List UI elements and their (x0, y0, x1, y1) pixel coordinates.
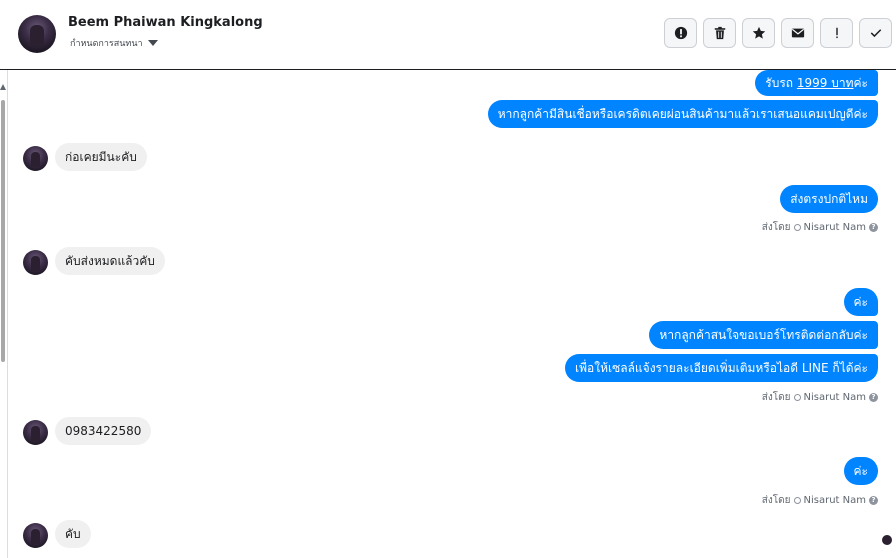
sent-by-info: ส่งโดย Nisarut Nam ? (762, 493, 878, 508)
alert-circle-icon (674, 26, 687, 40)
incoming-message[interactable]: 0983422580 (55, 417, 152, 445)
contact-avatar-small (23, 250, 48, 275)
follow-up-button[interactable] (820, 18, 853, 48)
agent-name[interactable]: Nisarut Nam (804, 392, 867, 403)
envelope-icon (791, 28, 804, 38)
incoming-message[interactable]: ก่อเคยมีนะคับ (55, 143, 147, 171)
toolbar (664, 18, 892, 48)
star-icon (752, 26, 765, 39)
caret-down-icon (147, 40, 158, 46)
help-icon[interactable]: ? (869, 393, 878, 402)
read-receipt-avatar (882, 535, 892, 545)
contact-avatar-small (23, 146, 48, 171)
outgoing-message[interactable]: หากลูกค้าสนใจขอเบอร์โทรติดต่อกลับค่ะ (649, 321, 878, 349)
sent-by-info: ส่งโดย Nisarut Nam ? (762, 390, 878, 405)
outgoing-message[interactable]: ค่ะ (843, 288, 878, 316)
agent-name[interactable]: Nisarut Nam (804, 222, 867, 233)
outgoing-message[interactable]: ส่งตรงปกติไหม (780, 185, 878, 213)
agent-status-icon (793, 224, 801, 231)
agent-status-icon (793, 497, 801, 504)
check-icon (870, 29, 881, 38)
outgoing-message[interactable]: ค่ะ (843, 457, 878, 485)
price-link[interactable]: 1999 บาท (797, 76, 854, 90)
star-button[interactable] (742, 18, 775, 48)
exclamation-icon (835, 27, 838, 39)
conversation-schedule-dropdown[interactable]: กำหนดการสนทนา (70, 36, 158, 50)
scroll-up-arrow-icon[interactable] (0, 84, 6, 90)
message-thread: รับรถ 1999 บาทค่ะ หากลูกค้ามีสินเชื่อหรื… (8, 70, 896, 558)
contact-avatar-small (23, 523, 48, 548)
agent-name[interactable]: Nisarut Nam (804, 495, 867, 506)
incoming-message[interactable]: คับส่งหมดแล้วคับ (55, 247, 165, 275)
conversation-schedule-label: กำหนดการสนทนา (70, 39, 143, 49)
outgoing-message[interactable]: เพื่อให้เซลล์แจ้งรายละเอียดเพิ่มเติมหรือ… (564, 354, 878, 382)
contact-avatar-small (23, 420, 48, 445)
trash-icon (714, 26, 725, 40)
contact-avatar[interactable] (18, 15, 56, 53)
outgoing-message[interactable]: รับรถ 1999 บาทค่ะ (755, 70, 878, 96)
outgoing-message[interactable]: หากลูกค้ามีสินเชื่อหรือเครดิตเคยผ่อนสินค… (487, 100, 878, 128)
conversation-header: Beem Phaiwan Kingkalong กำหนดการสนทนา (0, 0, 896, 70)
agent-status-icon (793, 394, 801, 401)
mark-unread-button[interactable] (781, 18, 814, 48)
scroll-thumb[interactable] (1, 100, 5, 362)
help-icon[interactable]: ? (869, 496, 878, 505)
incoming-message[interactable]: คับ (55, 520, 91, 548)
mark-spam-button[interactable] (664, 18, 697, 48)
mark-done-button[interactable] (859, 18, 892, 48)
help-icon[interactable]: ? (869, 223, 878, 232)
delete-button[interactable] (703, 18, 736, 48)
contact-name[interactable]: Beem Phaiwan Kingkalong (68, 15, 263, 30)
sent-by-info: ส่งโดย Nisarut Nam ? (762, 220, 878, 235)
